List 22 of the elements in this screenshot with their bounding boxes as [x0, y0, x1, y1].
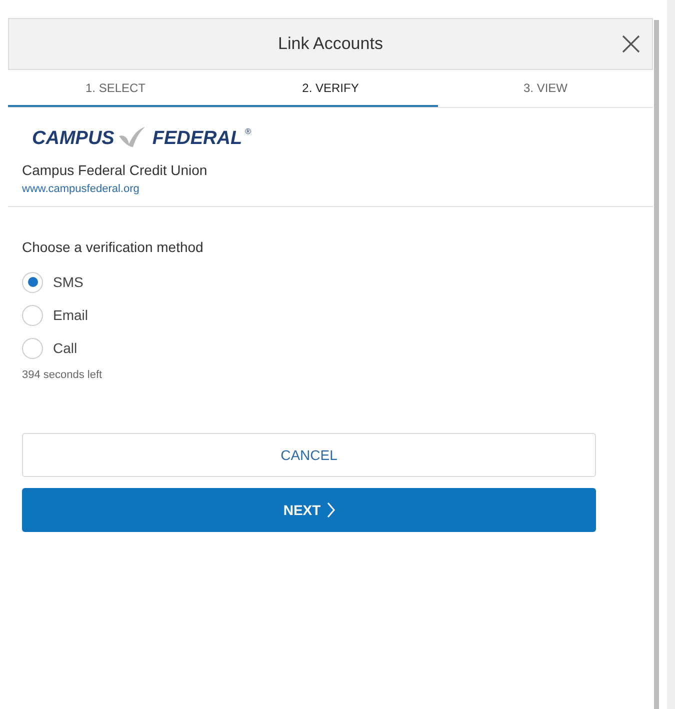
- close-button[interactable]: [620, 33, 642, 55]
- radio-button[interactable]: [22, 272, 43, 292]
- section-heading: Choose a verification method: [22, 238, 204, 256]
- dialog-title: Link Accounts: [278, 33, 383, 56]
- step-tab[interactable]: 2. VERIFY: [223, 70, 438, 107]
- next-button[interactable]: NEXT: [22, 488, 596, 532]
- radio-button[interactable]: [22, 338, 43, 358]
- step-tab[interactable]: 1. SELECT: [8, 70, 223, 107]
- option-label: Call: [53, 338, 78, 358]
- option-label: SMS: [53, 272, 84, 292]
- institution-link[interactable]: www.campusfederal.org: [22, 181, 639, 198]
- close-icon: [621, 34, 641, 54]
- registered-mark: ®: [245, 126, 251, 138]
- option-label: Email: [53, 306, 88, 324]
- step-tab[interactable]: 3. VIEW: [438, 70, 653, 107]
- logo-text: CAMPUS: [32, 129, 114, 148]
- radio-button[interactable]: [22, 304, 43, 326]
- institution-name: Campus Federal Credit Union: [22, 161, 208, 180]
- cancel-button[interactable]: CANCEL: [22, 433, 596, 477]
- chevron-right-icon: [326, 502, 335, 518]
- timer-text: 394 seconds left: [22, 368, 104, 382]
- logo-text: FEDERAL: [152, 129, 242, 148]
